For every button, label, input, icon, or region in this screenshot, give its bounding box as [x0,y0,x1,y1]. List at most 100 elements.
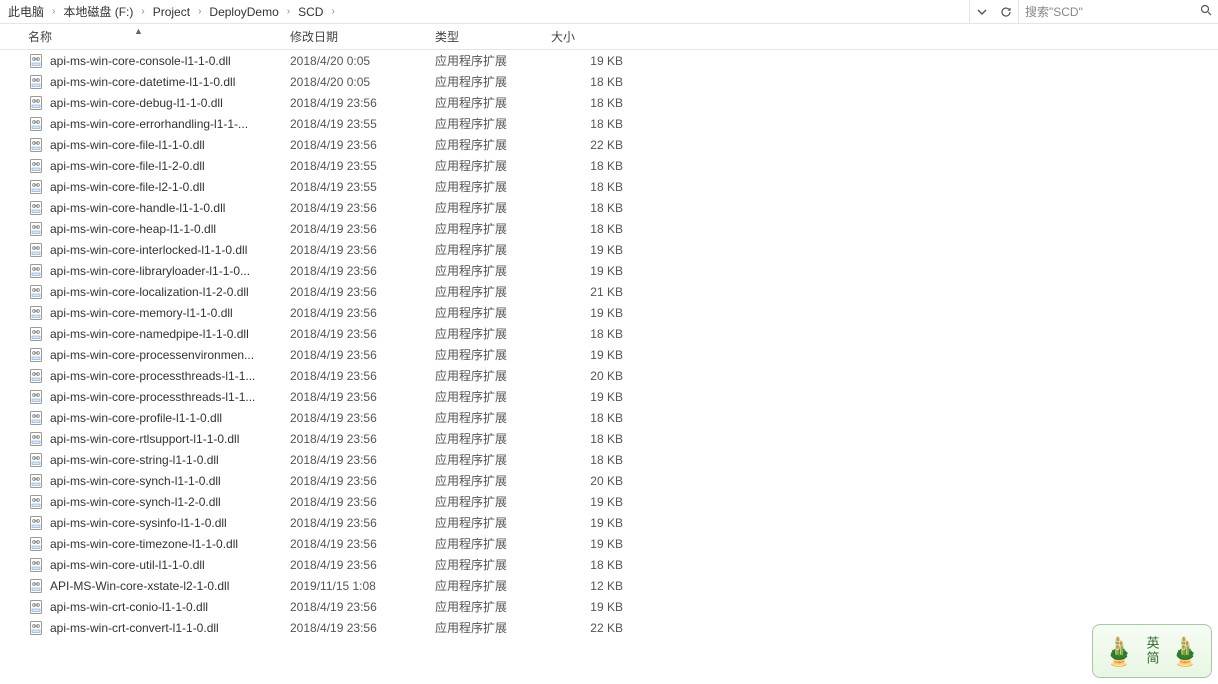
file-row[interactable]: api-ms-win-core-debug-l1-1-0.dll2018/4/1… [0,92,1218,113]
file-date: 2018/4/19 23:55 [290,180,435,194]
file-name: api-ms-win-crt-convert-l1-1-0.dll [50,621,290,635]
dll-file-icon [28,389,44,405]
file-row[interactable]: api-ms-win-core-heap-l1-1-0.dll2018/4/19… [0,218,1218,239]
file-size: 21 KB [551,285,641,299]
file-size: 19 KB [551,264,641,278]
breadcrumb-item[interactable]: 本地磁盘 (F:) [59,0,137,23]
file-type: 应用程序扩展 [435,514,551,531]
file-size: 18 KB [551,96,641,110]
dll-file-icon [28,452,44,468]
column-date[interactable]: 修改日期 [290,28,435,45]
file-name: api-ms-win-core-util-l1-1-0.dll [50,558,290,572]
file-date: 2018/4/19 23:56 [290,453,435,467]
dll-file-icon [28,242,44,258]
file-row[interactable]: api-ms-win-core-processthreads-l1-1...20… [0,365,1218,386]
file-row[interactable]: api-ms-win-core-file-l2-1-0.dll2018/4/19… [0,176,1218,197]
file-size: 18 KB [551,159,641,173]
file-type: 应用程序扩展 [435,409,551,426]
file-name: API-MS-Win-core-xstate-l2-1-0.dll [50,579,290,593]
file-size: 19 KB [551,348,641,362]
file-row[interactable]: api-ms-win-core-interlocked-l1-1-0.dll20… [0,239,1218,260]
file-row[interactable]: api-ms-win-core-sysinfo-l1-1-0.dll2018/4… [0,512,1218,533]
file-date: 2018/4/19 23:56 [290,537,435,551]
file-row[interactable]: api-ms-win-core-processenvironmen...2018… [0,344,1218,365]
file-size: 18 KB [551,201,641,215]
chevron-right-icon: › [194,6,205,17]
file-row[interactable]: api-ms-win-core-profile-l1-1-0.dll2018/4… [0,407,1218,428]
file-name: api-ms-win-core-heap-l1-1-0.dll [50,222,290,236]
dll-file-icon [28,494,44,510]
file-row[interactable]: api-ms-win-core-errorhandling-l1-1-...20… [0,113,1218,134]
file-list[interactable]: api-ms-win-core-console-l1-1-0.dll 2018/4… [0,50,1218,684]
file-name: api-ms-win-crt-conio-l1-1-0.dll [50,600,290,614]
file-date: 2019/11/15 1:08 [290,579,435,593]
file-date: 2018/4/19 23:56 [290,348,435,362]
column-name[interactable]: 名称 ▲ [28,28,290,45]
file-size: 19 KB [551,306,641,320]
file-row[interactable]: api-ms-win-core-datetime-l1-1-0.dll2018/… [0,71,1218,92]
file-date: 2018/4/19 23:56 [290,96,435,110]
file-type: 应用程序扩展 [435,178,551,195]
dll-file-icon [28,116,44,132]
file-type: 应用程序扩展 [435,535,551,552]
file-row[interactable]: api-ms-win-crt-convert-l1-1-0.dll2018/4/… [0,617,1218,638]
file-row[interactable]: api-ms-win-core-file-l1-1-0.dll2018/4/19… [0,134,1218,155]
file-row[interactable]: api-ms-win-core-timezone-l1-1-0.dll2018/… [0,533,1218,554]
file-row[interactable]: api-ms-win-core-libraryloader-l1-1-0...2… [0,260,1218,281]
file-type: 应用程序扩展 [435,220,551,237]
file-row[interactable]: api-ms-win-core-console-l1-1-0.dll2018/4… [0,50,1218,71]
file-size: 18 KB [551,75,641,89]
file-name: api-ms-win-core-profile-l1-1-0.dll [50,411,290,425]
file-row[interactable]: API-MS-Win-core-xstate-l2-1-0.dll2019/11… [0,575,1218,596]
column-size[interactable]: 大小 [551,28,641,45]
file-name: api-ms-win-core-synch-l1-2-0.dll [50,495,290,509]
file-row[interactable]: api-ms-win-crt-conio-l1-1-0.dll2018/4/19… [0,596,1218,617]
file-size: 18 KB [551,558,641,572]
file-size: 19 KB [551,54,641,68]
dll-file-icon [28,599,44,615]
file-row[interactable]: api-ms-win-core-processthreads-l1-1...20… [0,386,1218,407]
dll-file-icon [28,95,44,111]
file-date: 2018/4/19 23:56 [290,621,435,635]
file-size: 18 KB [551,432,641,446]
file-type: 应用程序扩展 [435,304,551,321]
file-row[interactable]: api-ms-win-core-localization-l1-2-0.dll2… [0,281,1218,302]
file-size: 20 KB [551,474,641,488]
chevron-right-icon: › [327,6,338,17]
file-size: 19 KB [551,537,641,551]
file-size: 18 KB [551,411,641,425]
dll-file-icon [28,473,44,489]
breadcrumb-item[interactable]: SCD [294,0,327,23]
file-name: api-ms-win-core-processthreads-l1-1... [50,390,290,404]
refresh-button[interactable] [994,0,1018,23]
file-date: 2018/4/19 23:56 [290,558,435,572]
file-type: 应用程序扩展 [435,472,551,489]
breadcrumb-item[interactable]: 此电脑 [4,0,48,23]
file-row[interactable]: api-ms-win-core-file-l1-2-0.dll2018/4/19… [0,155,1218,176]
file-row[interactable]: api-ms-win-core-synch-l1-1-0.dll2018/4/1… [0,470,1218,491]
file-row[interactable]: api-ms-win-core-namedpipe-l1-1-0.dll2018… [0,323,1218,344]
file-row[interactable]: api-ms-win-core-rtlsupport-l1-1-0.dll201… [0,428,1218,449]
dropdown-history-button[interactable] [970,0,994,23]
breadcrumb-item[interactable]: DeployDemo [205,0,282,23]
file-row[interactable]: api-ms-win-core-util-l1-1-0.dll2018/4/19… [0,554,1218,575]
file-date: 2018/4/19 23:56 [290,264,435,278]
file-name: api-ms-win-core-file-l2-1-0.dll [50,180,290,194]
file-type: 应用程序扩展 [435,199,551,216]
dll-file-icon [28,263,44,279]
file-name: api-ms-win-core-file-l1-1-0.dll [50,138,290,152]
file-row[interactable]: api-ms-win-core-synch-l1-2-0.dll2018/4/1… [0,491,1218,512]
dll-file-icon [28,221,44,237]
breadcrumb-item[interactable]: Project [149,0,194,23]
column-type[interactable]: 类型 [435,28,551,45]
file-size: 19 KB [551,390,641,404]
file-row[interactable]: api-ms-win-core-handle-l1-1-0.dll2018/4/… [0,197,1218,218]
file-row[interactable]: api-ms-win-core-string-l1-1-0.dll2018/4/… [0,449,1218,470]
search-input[interactable]: 搜索"SCD" [1018,0,1218,23]
file-name: api-ms-win-core-console-l1-1-0.dll [50,54,290,68]
breadcrumb[interactable]: 此电脑›本地磁盘 (F:)›Project›DeployDemo›SCD› [0,0,969,23]
chevron-right-icon: › [137,6,148,17]
file-row[interactable]: api-ms-win-core-memory-l1-1-0.dll2018/4/… [0,302,1218,323]
file-date: 2018/4/19 23:56 [290,516,435,530]
file-date: 2018/4/19 23:56 [290,369,435,383]
